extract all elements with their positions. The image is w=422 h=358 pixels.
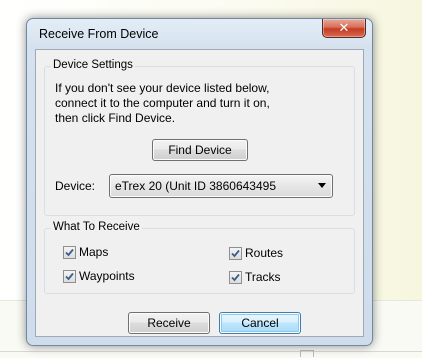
waypoints-label: Waypoints <box>79 269 135 283</box>
find-device-button[interactable]: Find Device <box>152 139 248 161</box>
receive-from-device-dialog: Receive From Device ✕ Device Settings If… <box>26 18 373 346</box>
device-settings-group: Device Settings If you don't see your de… <box>44 59 355 216</box>
instruction-line: If you don't see your device listed belo… <box>55 81 270 95</box>
check-icon <box>65 248 74 256</box>
tracks-label: Tracks <box>245 270 281 284</box>
waypoints-checkbox[interactable]: Waypoints <box>63 269 135 283</box>
checkbox-box[interactable] <box>229 270 242 284</box>
receive-button[interactable]: Receive <box>128 312 210 334</box>
device-instructions: If you don't see your device listed belo… <box>55 81 350 126</box>
chevron-down-icon <box>318 183 326 188</box>
device-settings-title: Device Settings <box>51 59 135 71</box>
routes-label: Routes <box>245 246 284 260</box>
background-divider <box>0 351 422 352</box>
dialog-body: Device Settings If you don't see your de… <box>35 49 364 337</box>
close-icon: ✕ <box>338 20 350 36</box>
what-to-receive-title: What To Receive <box>51 221 142 233</box>
check-icon <box>231 273 240 281</box>
close-button[interactable]: ✕ <box>322 19 366 38</box>
check-icon <box>65 272 74 280</box>
instruction-line: connect it to the computer and turn it o… <box>55 96 270 110</box>
routes-checkbox[interactable]: Routes <box>229 246 283 260</box>
maps-label: Maps <box>79 245 109 259</box>
cancel-button[interactable]: Cancel <box>219 312 301 334</box>
device-select-value: eTrex 20 (Unit ID 3860643495 <box>115 179 276 193</box>
what-to-receive-group: What To Receive Maps Waypoints Routes Tr… <box>44 221 355 294</box>
device-label: Device: <box>55 179 96 193</box>
device-select[interactable]: eTrex 20 (Unit ID 3860643495 <box>109 174 333 198</box>
title-bar[interactable]: Receive From Device ✕ <box>27 19 372 49</box>
maps-checkbox[interactable]: Maps <box>63 245 108 259</box>
check-icon <box>231 249 240 257</box>
background-mark <box>300 350 314 357</box>
checkbox-box[interactable] <box>63 269 76 283</box>
instruction-line: then click Find Device. <box>55 111 176 125</box>
tracks-checkbox[interactable]: Tracks <box>229 270 281 284</box>
checkbox-box[interactable] <box>63 245 76 259</box>
dialog-title: Receive From Device <box>39 27 159 41</box>
checkbox-box[interactable] <box>229 246 242 260</box>
